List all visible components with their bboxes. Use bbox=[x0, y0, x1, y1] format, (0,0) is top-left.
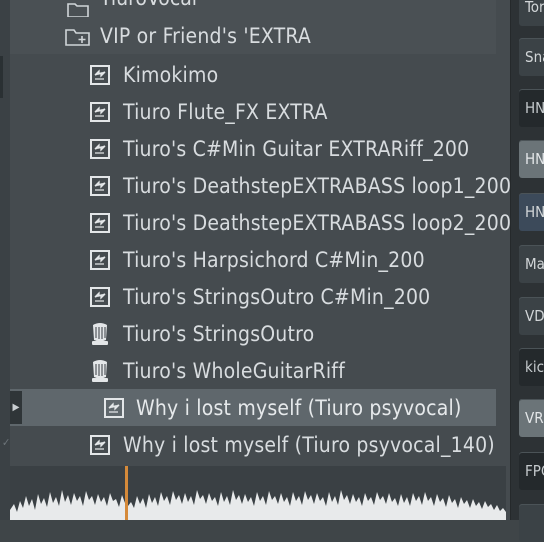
audio-clip-icon bbox=[104, 398, 124, 418]
folder-row-tiurovocal[interactable]: TiuroVocal bbox=[10, 0, 496, 18]
file-label: Tiuro's C#Min Guitar EXTRARiff_200 bbox=[123, 136, 470, 161]
channel-button[interactable]: VD bbox=[519, 297, 544, 335]
channel-label: HN bbox=[525, 150, 544, 168]
playhead-marker bbox=[125, 466, 128, 520]
play-arrow-icon: ▶ bbox=[12, 402, 20, 413]
browser-panel: TiuroVocal VIP or Friend's 'EXTRA Kimoki… bbox=[0, 0, 510, 520]
folder-label: VIP or Friend's 'EXTRA bbox=[100, 23, 312, 48]
channel-button[interactable]: HN bbox=[519, 89, 544, 127]
channel-label: VD bbox=[525, 307, 544, 325]
file-label: Kimokimo bbox=[123, 62, 219, 87]
channel-button[interactable] bbox=[519, 504, 544, 542]
browser-file-item[interactable]: Tiuro's StringsOutro C#Min_200 bbox=[10, 278, 496, 315]
folder-row-vip[interactable]: VIP or Friend's 'EXTRA bbox=[10, 17, 496, 54]
waveform-graphic bbox=[10, 466, 506, 520]
preview-play-arrow[interactable]: ▶ bbox=[10, 391, 22, 424]
instrument-plugin-icon bbox=[89, 321, 111, 347]
channel-button[interactable]: kic bbox=[519, 348, 544, 386]
gutter-marker bbox=[0, 56, 3, 98]
channel-button[interactable]: Ma bbox=[519, 245, 544, 283]
channel-label: Ma bbox=[525, 255, 544, 273]
waveform-preview[interactable] bbox=[10, 466, 506, 520]
file-label: Tiuro's DeathstepEXTRABASS loop1_200C# bbox=[123, 173, 510, 198]
file-label: Tiuro Flute_FX EXTRA bbox=[123, 99, 328, 124]
folder-add-icon bbox=[64, 24, 92, 48]
channel-label: HN bbox=[525, 203, 544, 221]
channel-label: FPC bbox=[525, 462, 544, 480]
audio-clip-icon bbox=[90, 250, 110, 270]
channel-button[interactable]: FPC bbox=[519, 452, 544, 490]
browser-file-item[interactable]: Tiuro's WholeGuitarRiff bbox=[10, 352, 496, 389]
file-label: Why i lost myself (Tiuro psyvocal) bbox=[136, 395, 462, 420]
audio-clip-icon bbox=[90, 213, 110, 233]
channel-button[interactable]: Sna bbox=[519, 38, 544, 76]
browser-file-item[interactable]: Why i lost myself (Tiuro psyvocal_140) bbox=[10, 426, 496, 463]
browser-file-item[interactable]: Tiuro's DeathstepEXTRABASS loop1_200C# bbox=[10, 167, 510, 204]
browser-file-item[interactable]: Kimokimo bbox=[10, 56, 496, 93]
channel-button[interactable]: VR bbox=[519, 399, 544, 437]
browser-file-item[interactable]: Tiuro's C#Min Guitar EXTRARiff_200 bbox=[10, 130, 496, 167]
audio-clip-icon bbox=[90, 287, 110, 307]
file-label: Tiuro's Harpsichord C#Min_200 bbox=[123, 247, 425, 272]
audio-clip-icon bbox=[90, 65, 110, 85]
audio-clip-icon bbox=[90, 139, 110, 159]
browser-file-item[interactable]: Tiuro Flute_FX EXTRA bbox=[10, 93, 496, 130]
file-label: Tiuro's StringsOutro C#Min_200 bbox=[123, 284, 431, 309]
checkmark-icon: ✓ bbox=[2, 436, 11, 449]
audio-clip-icon bbox=[90, 176, 110, 196]
browser-file-item[interactable]: Tiuro's StringsOutro bbox=[10, 315, 496, 352]
file-label: Tiuro's DeathstepEXTRABASS loop2_200C# bbox=[123, 210, 510, 235]
folder-label: TiuroVocal bbox=[100, 0, 197, 10]
channel-label: HN bbox=[525, 99, 544, 117]
channel-label: Sna bbox=[525, 48, 544, 66]
file-label: Tiuro's WholeGuitarRiff bbox=[123, 358, 345, 383]
channel-label: Tor bbox=[525, 0, 544, 16]
audio-clip-icon bbox=[90, 435, 110, 455]
file-label: Tiuro's StringsOutro bbox=[123, 321, 315, 346]
channel-button[interactable]: HN bbox=[519, 193, 544, 231]
channel-label: kic bbox=[525, 358, 544, 376]
file-label: Why i lost myself (Tiuro psyvocal_140) bbox=[123, 432, 495, 457]
instrument-plugin-icon bbox=[89, 358, 111, 384]
channel-button[interactable]: HN bbox=[519, 140, 544, 178]
channel-rack-strip: Tor Sna HN HN HN Ma VD kic VR FPC bbox=[510, 0, 544, 542]
browser-file-item[interactable]: Tiuro's Harpsichord C#Min_200 bbox=[10, 241, 496, 278]
channel-label: VR bbox=[525, 409, 544, 427]
browser-file-item-selected[interactable]: Why i lost myself (Tiuro psyvocal) bbox=[10, 389, 496, 426]
audio-clip-icon bbox=[90, 102, 110, 122]
channel-button[interactable]: Tor bbox=[519, 0, 544, 26]
browser-file-item[interactable]: Tiuro's DeathstepEXTRABASS loop2_200C# bbox=[10, 204, 510, 241]
